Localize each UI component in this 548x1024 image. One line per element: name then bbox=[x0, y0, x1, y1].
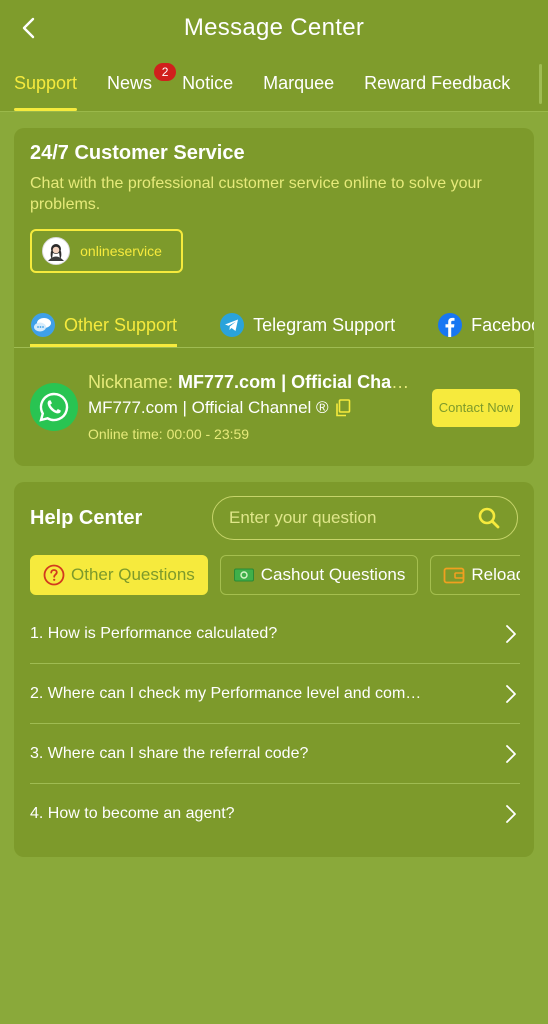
chevron-right-icon bbox=[506, 805, 516, 823]
search-input[interactable] bbox=[229, 508, 477, 528]
tab-marquee[interactable]: Marquee bbox=[263, 55, 334, 111]
tab-other-questions-label: Other Questions bbox=[71, 565, 195, 584]
nickname-value: MF777.com | Official Channel ® bbox=[178, 372, 418, 392]
tab-other-questions[interactable]: Other Questions bbox=[30, 555, 208, 595]
tab-reload-questions-label: Reload Questions bbox=[471, 565, 520, 584]
faq-list: 1. How is Performance calculated? 2. Whe… bbox=[30, 604, 520, 844]
customer-service-title: 24/7 Customer Service bbox=[30, 142, 245, 164]
customer-service-description: Chat with the professional customer serv… bbox=[30, 175, 482, 213]
cash-icon bbox=[233, 568, 254, 582]
question-circle-icon bbox=[43, 564, 65, 586]
whatsapp-icon bbox=[30, 383, 78, 431]
tab-facebook[interactable]: Facebook bbox=[437, 303, 534, 347]
faq-question: 4. How to become an agent? bbox=[30, 805, 235, 822]
nickname-label: Nickname: bbox=[88, 372, 179, 392]
tab-other-support[interactable]: Other Support bbox=[30, 303, 178, 347]
contact-nickname: Nickname: MF777.com | Official Channel ® bbox=[88, 372, 418, 393]
support-tabs: Other Support Telegram Support Facebook bbox=[14, 303, 534, 347]
chevron-right-icon bbox=[506, 744, 516, 763]
tabs-scrollbar bbox=[539, 64, 542, 104]
tab-notice[interactable]: Notice bbox=[182, 55, 233, 111]
faq-question: 1. How is Performance calculated? bbox=[30, 624, 278, 642]
tab-news-label: News bbox=[107, 72, 153, 93]
chevron-left-icon bbox=[22, 17, 35, 39]
chevron-right-icon bbox=[506, 684, 516, 703]
tab-telegram-support-label: Telegram Support bbox=[253, 314, 396, 335]
faq-question: 2. Where can I check my Performance leve… bbox=[30, 684, 430, 702]
tab-cashout-questions-label: Cashout Questions bbox=[260, 565, 406, 584]
channel-name: MF777.com | Official Channel ® bbox=[88, 398, 329, 417]
avatar bbox=[42, 237, 70, 265]
top-tabs: Support News 2 Notice Marquee Reward Fee… bbox=[0, 56, 548, 112]
agent-avatar-icon bbox=[48, 244, 64, 261]
chevron-right-icon bbox=[506, 624, 516, 643]
tab-support[interactable]: Support bbox=[14, 55, 78, 111]
contact-row: Nickname: MF777.com | Official Channel ®… bbox=[30, 372, 520, 442]
copy-icon[interactable] bbox=[335, 399, 351, 417]
faq-item[interactable]: 2. Where can I check my Performance leve… bbox=[30, 664, 520, 724]
chat-bubbles-icon bbox=[31, 313, 55, 337]
tab-reward-feedback[interactable]: Reward Feedback bbox=[364, 55, 510, 111]
search-icon[interactable] bbox=[477, 506, 501, 530]
customer-service-card: 24/7 Customer Service Chat with the prof… bbox=[14, 128, 534, 466]
online-time: Online time: 00:00 - 23:59 bbox=[88, 426, 250, 442]
tab-telegram-support[interactable]: Telegram Support bbox=[219, 303, 395, 347]
search-box bbox=[212, 496, 518, 540]
faq-item[interactable]: 3. Where can I share the referral code? bbox=[30, 724, 520, 784]
divider bbox=[14, 347, 534, 348]
app-header: Message Center bbox=[0, 0, 548, 56]
contact-channel: MF777.com | Official Channel ® bbox=[88, 398, 351, 418]
telegram-icon bbox=[220, 313, 245, 337]
news-badge: 2 bbox=[154, 63, 177, 81]
facebook-icon bbox=[438, 313, 463, 337]
faq-item[interactable]: 4. How to become an agent? bbox=[30, 784, 520, 844]
online-service-label: onlineservice bbox=[80, 243, 162, 259]
faq-item[interactable]: 1. How is Performance calculated? bbox=[30, 604, 520, 664]
back-button[interactable] bbox=[14, 14, 42, 42]
contact-now-button[interactable]: Contact Now bbox=[432, 389, 520, 427]
help-center-title: Help Center bbox=[30, 507, 143, 529]
faq-question: 3. Where can I share the referral code? bbox=[30, 744, 309, 762]
question-tabs: Other Questions Cashout Questions Reload… bbox=[30, 555, 520, 595]
tab-cashout-questions[interactable]: Cashout Questions bbox=[219, 555, 419, 595]
online-service-button[interactable]: onlineservice bbox=[30, 229, 183, 273]
tab-other-support-label: Other Support bbox=[64, 314, 178, 335]
wallet-icon bbox=[443, 567, 465, 584]
page-title: Message Center bbox=[183, 14, 365, 41]
tab-news[interactable]: News 2 bbox=[107, 55, 177, 111]
tab-reload-questions[interactable]: Reload Questions bbox=[430, 555, 520, 595]
tab-facebook-label: Facebook bbox=[471, 314, 534, 335]
help-center-card: Help Center Other Questions Cashout Ques… bbox=[14, 482, 534, 857]
